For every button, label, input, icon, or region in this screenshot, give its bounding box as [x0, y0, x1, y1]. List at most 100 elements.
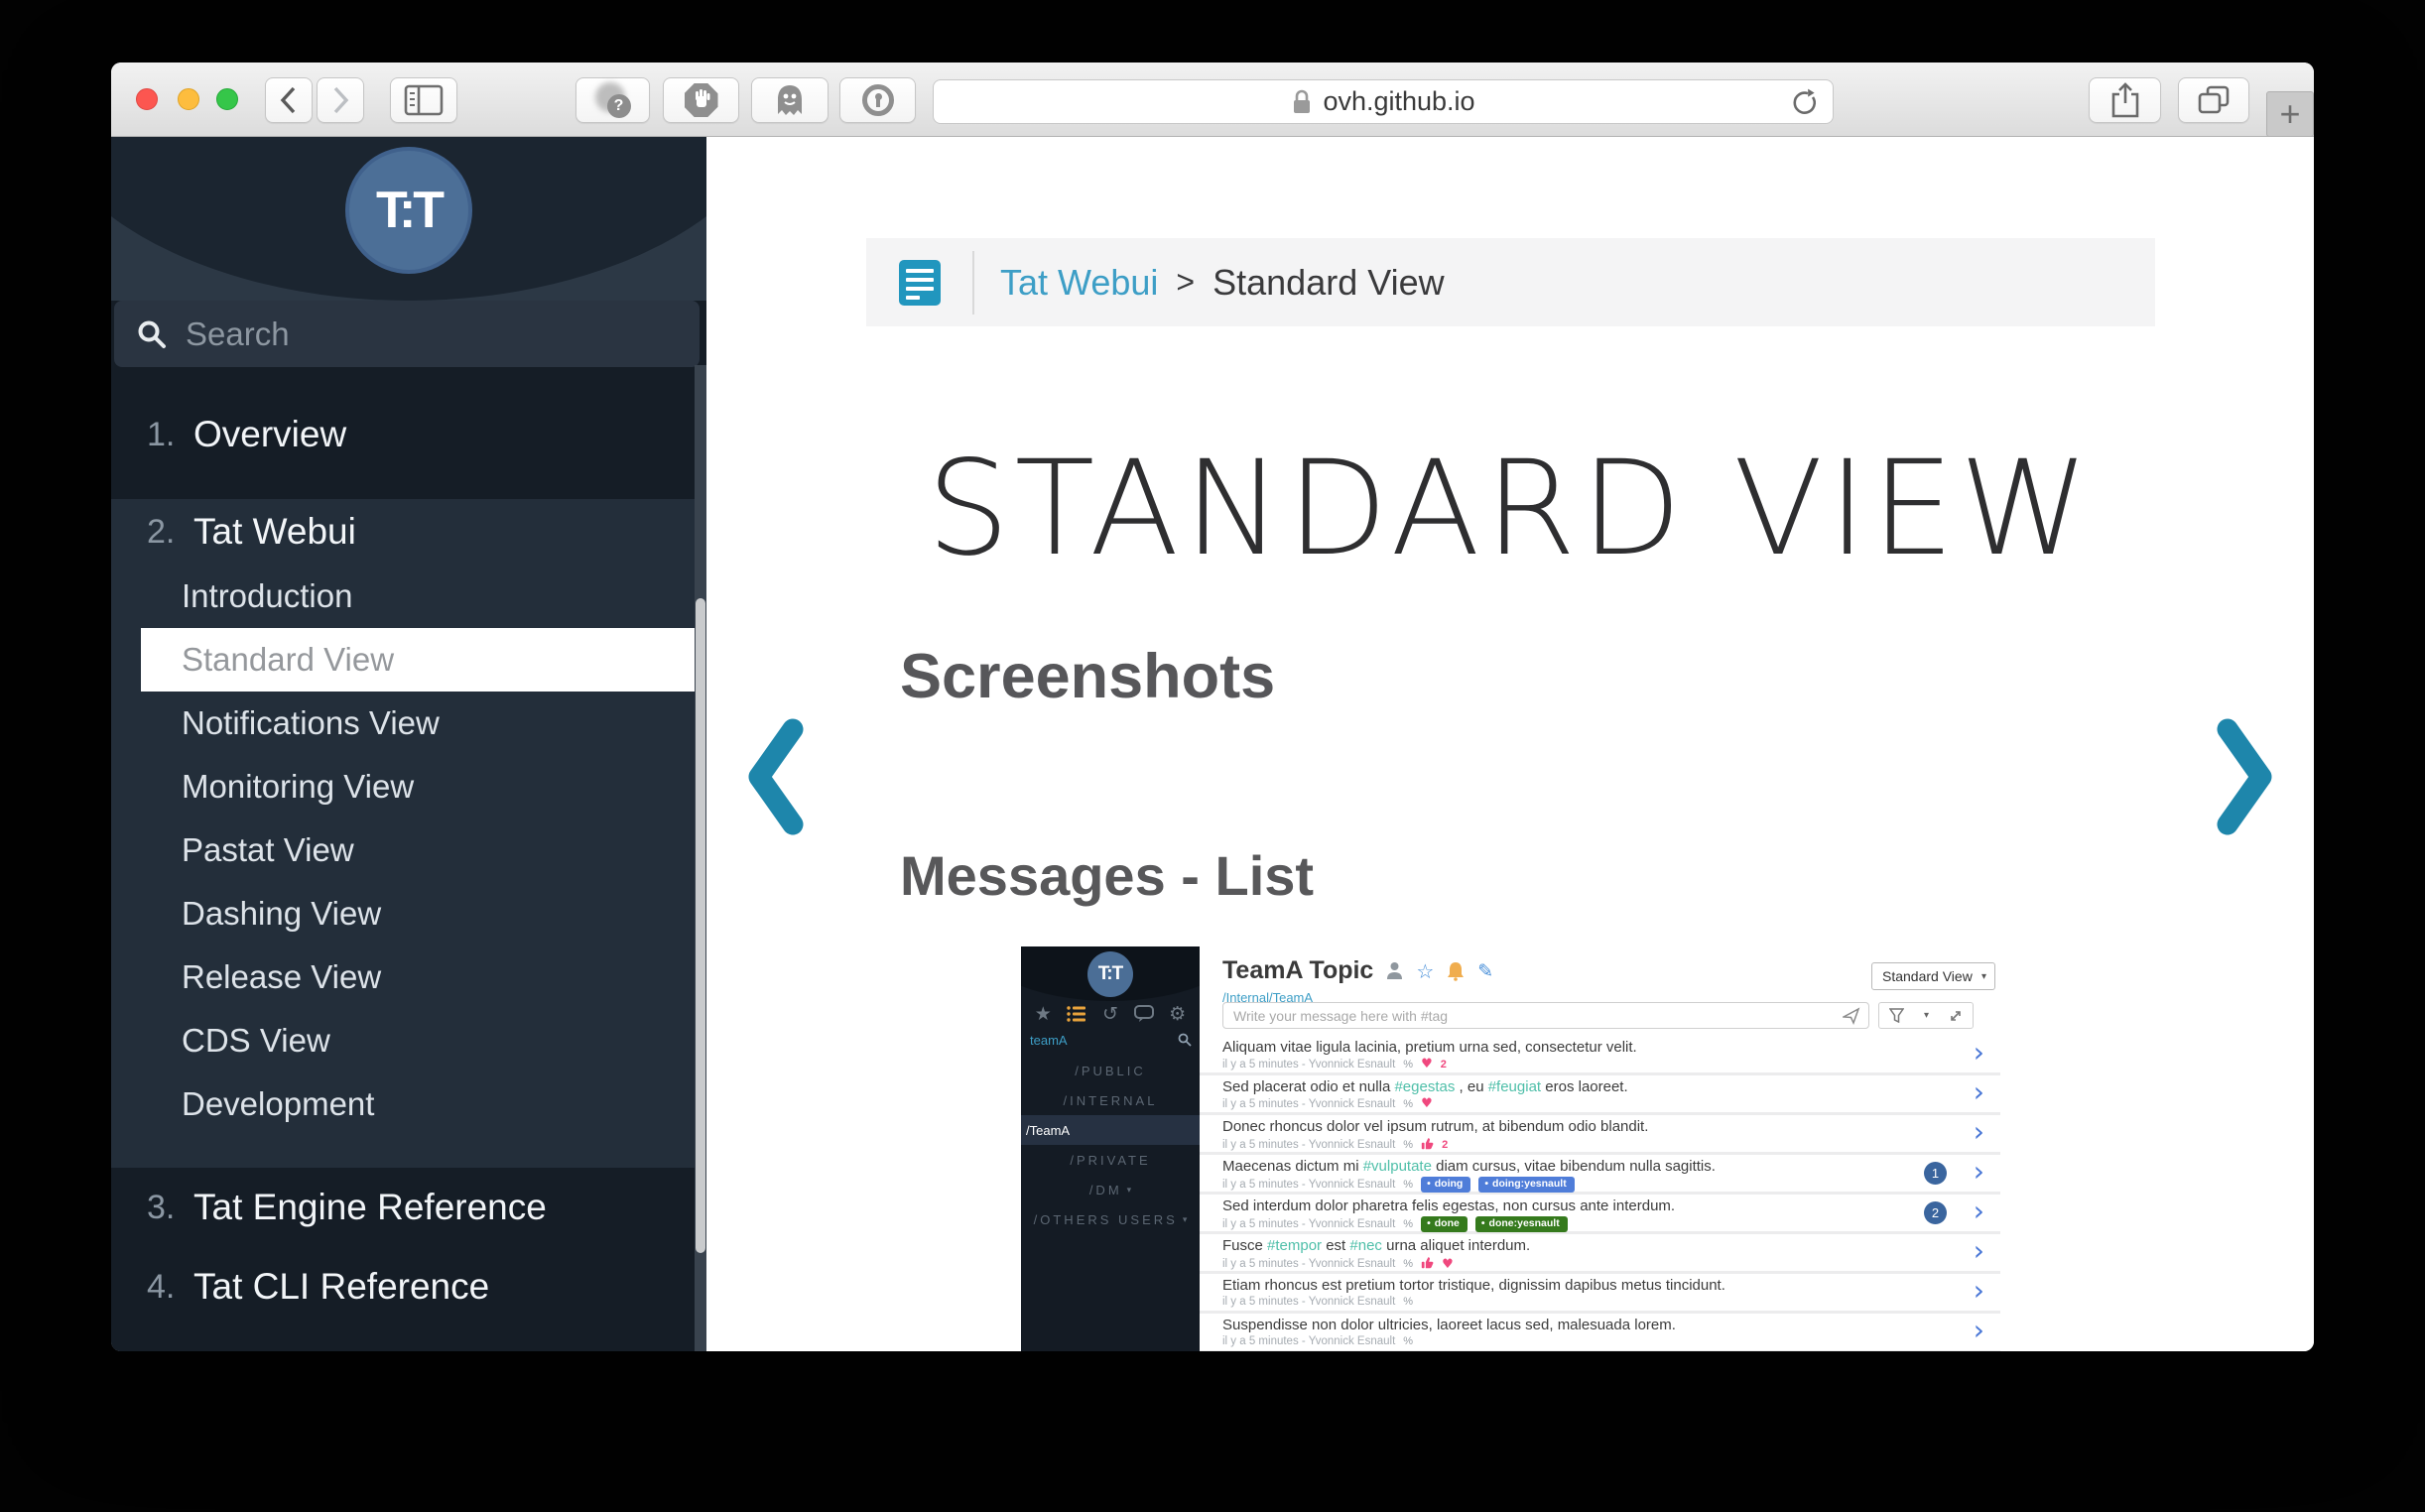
link-icon[interactable]: %	[1403, 1098, 1413, 1110]
share-button[interactable]	[2089, 77, 2161, 123]
app-search-input[interactable]	[1030, 1033, 1159, 1048]
thumbs-up-icon[interactable]	[1421, 1137, 1434, 1153]
message-meta: il y a 5 minutes - Yvonnick Esnault%♥2	[1222, 1058, 2000, 1071]
extension-1password-button[interactable]	[839, 77, 916, 123]
reply-count-badge[interactable]: 1	[1924, 1162, 1947, 1185]
minimize-window-button[interactable]	[178, 88, 199, 110]
sidebar-item-tat-engine-reference[interactable]: 3.Tat Engine Reference	[111, 1187, 547, 1228]
app-topic-teama[interactable]: /TeamA	[1021, 1115, 1200, 1145]
extension-question-button[interactable]: ?	[575, 77, 650, 123]
link-icon[interactable]: %	[1403, 1258, 1413, 1270]
topic-list-icon[interactable]	[1067, 1005, 1086, 1023]
user-icon[interactable]	[1386, 961, 1403, 981]
refresh-button[interactable]	[1789, 87, 1819, 122]
view-selector-dropdown[interactable]: Standard View ▾	[1871, 962, 1995, 990]
sidebar-item-pastat-view[interactable]: Pastat View	[111, 819, 706, 882]
tat-logo[interactable]: T:T	[345, 147, 472, 274]
send-icon[interactable]	[1843, 1007, 1860, 1025]
sidebar-item-development[interactable]: Development	[111, 1072, 706, 1136]
sidebar-item-release-view[interactable]: Release View	[111, 945, 706, 1009]
message-row[interactable]: Suspendisse non dolor ultricies, laoreet…	[1200, 1314, 2000, 1350]
open-message-chevron[interactable]: ›	[1974, 1074, 1984, 1107]
link-icon[interactable]: %	[1403, 1059, 1413, 1071]
message-hashtag[interactable]: #vulputate	[1363, 1158, 1432, 1175]
sidebar-search[interactable]	[114, 301, 700, 367]
reply-count-badge[interactable]: 2	[1924, 1201, 1947, 1224]
expand-icon[interactable]	[1949, 1009, 1963, 1023]
caret-down-icon[interactable]: ▾	[1924, 1010, 1929, 1021]
heart-icon[interactable]: ♥	[1442, 1258, 1454, 1271]
link-icon[interactable]: %	[1403, 1179, 1413, 1191]
extension-adblock-button[interactable]	[663, 77, 739, 123]
zoom-window-button[interactable]	[216, 88, 238, 110]
star-outline-icon[interactable]: ☆	[1416, 959, 1434, 983]
app-tat-logo: T:T	[1087, 951, 1133, 997]
breadcrumb-separator: >	[1176, 264, 1195, 301]
sidebar-item-cds-view[interactable]: CDS View	[111, 1009, 706, 1072]
scrollbar-thumb[interactable]	[696, 598, 705, 1253]
back-button[interactable]	[265, 77, 313, 123]
app-topic-public[interactable]: /PUBLIC	[1021, 1056, 1200, 1085]
pencil-icon[interactable]: ✎	[1477, 960, 1493, 982]
link-icon[interactable]: %	[1403, 1296, 1413, 1308]
heart-icon[interactable]: ♥	[1421, 1058, 1433, 1071]
sidebar-item-overview[interactable]: 1.Overview	[111, 414, 346, 455]
open-message-chevron[interactable]: ›	[1974, 1273, 1984, 1306]
heart-icon[interactable]: ♥	[1421, 1097, 1433, 1110]
extension-ghostery-button[interactable]	[751, 77, 829, 123]
settings-gear-icon[interactable]: ⚙	[1169, 1003, 1186, 1025]
sidebar-item-introduction[interactable]: Introduction	[111, 565, 706, 628]
address-bar[interactable]: ovh.github.io	[933, 79, 1834, 124]
breadcrumb-link[interactable]: Tat Webui	[1000, 262, 1158, 304]
sidebar-item-tat-cli-reference[interactable]: 4.Tat CLI Reference	[111, 1266, 489, 1308]
open-message-chevron[interactable]: ›	[1974, 1313, 1984, 1345]
thumbs-up-icon[interactable]	[1421, 1256, 1434, 1272]
close-window-button[interactable]	[136, 88, 158, 110]
new-tab-button[interactable]: +	[2266, 91, 2314, 137]
app-topic-internal[interactable]: /INTERNAL	[1021, 1085, 1200, 1115]
open-message-chevron[interactable]: ›	[1974, 1154, 1984, 1187]
app-topic-private[interactable]: /PRIVATE	[1021, 1145, 1200, 1175]
composer-input[interactable]	[1233, 1008, 1789, 1024]
message-hashtag[interactable]: #feugiat	[1488, 1078, 1541, 1095]
open-message-chevron[interactable]: ›	[1974, 1035, 1984, 1068]
search-input[interactable]	[186, 315, 622, 353]
message-row[interactable]: Sed placerat odio et nulla #egestas , eu…	[1200, 1075, 2000, 1112]
open-message-chevron[interactable]: ›	[1974, 1114, 1984, 1147]
next-page-arrow[interactable]	[2216, 717, 2277, 836]
sidebar-item-notifications-view[interactable]: Notifications View	[111, 692, 706, 755]
message-hashtag[interactable]: #egestas	[1394, 1078, 1455, 1095]
message-row[interactable]: Etiam rhoncus est pretium tortor tristiq…	[1200, 1274, 2000, 1311]
message-row[interactable]: Sed interdum dolor pharetra felis egesta…	[1200, 1195, 2000, 1231]
sidebar-item-dashing-view[interactable]: Dashing View	[111, 882, 706, 945]
message-row[interactable]: Maecenas dictum mi #vulputate diam cursu…	[1200, 1155, 2000, 1192]
sidebar-item-monitoring-view[interactable]: Monitoring View	[111, 755, 706, 819]
message-composer[interactable]	[1222, 1002, 1869, 1029]
forward-button[interactable]	[317, 77, 364, 123]
sidebar-toggle-button[interactable]	[390, 77, 457, 123]
favorites-star-icon[interactable]: ★	[1035, 1003, 1052, 1025]
filter-funnel-icon[interactable]	[1889, 1008, 1904, 1023]
link-icon[interactable]: %	[1403, 1335, 1413, 1347]
link-icon[interactable]: %	[1403, 1139, 1413, 1151]
app-topic-others-users[interactable]: /OTHERS USERS▾	[1021, 1204, 1200, 1234]
history-icon[interactable]: ↺	[1102, 1003, 1118, 1025]
sidebar-item-standard-view[interactable]: Standard View	[141, 628, 706, 692]
message-row[interactable]: Aliquam vitae ligula lacinia, pretium ur…	[1200, 1036, 2000, 1072]
chat-bubble-icon[interactable]	[1134, 1005, 1154, 1023]
bell-icon[interactable]	[1447, 961, 1465, 981]
message-row[interactable]: Fusce #tempor est #nec urna aliquet inte…	[1200, 1234, 2000, 1271]
previous-page-arrow[interactable]	[743, 717, 805, 836]
link-icon[interactable]: %	[1403, 1218, 1413, 1230]
sidebar-scrollbar[interactable]	[695, 365, 706, 1351]
app-topic-dm[interactable]: /DM▾	[1021, 1175, 1200, 1204]
open-message-chevron[interactable]: ›	[1974, 1194, 1984, 1226]
message-hashtag[interactable]: #nec	[1349, 1237, 1382, 1254]
open-message-chevron[interactable]: ›	[1974, 1233, 1984, 1266]
message-row[interactable]: Donec rhoncus dolor vel ipsum rutrum, at…	[1200, 1115, 2000, 1152]
list-alt-icon[interactable]	[899, 260, 941, 306]
sidebar-item-tat-webui[interactable]: 2.Tat Webui	[111, 499, 706, 565]
app-topic-search[interactable]	[1021, 1030, 1200, 1050]
message-hashtag[interactable]: #tempor	[1267, 1237, 1322, 1254]
show-tabs-button[interactable]	[2178, 77, 2249, 123]
